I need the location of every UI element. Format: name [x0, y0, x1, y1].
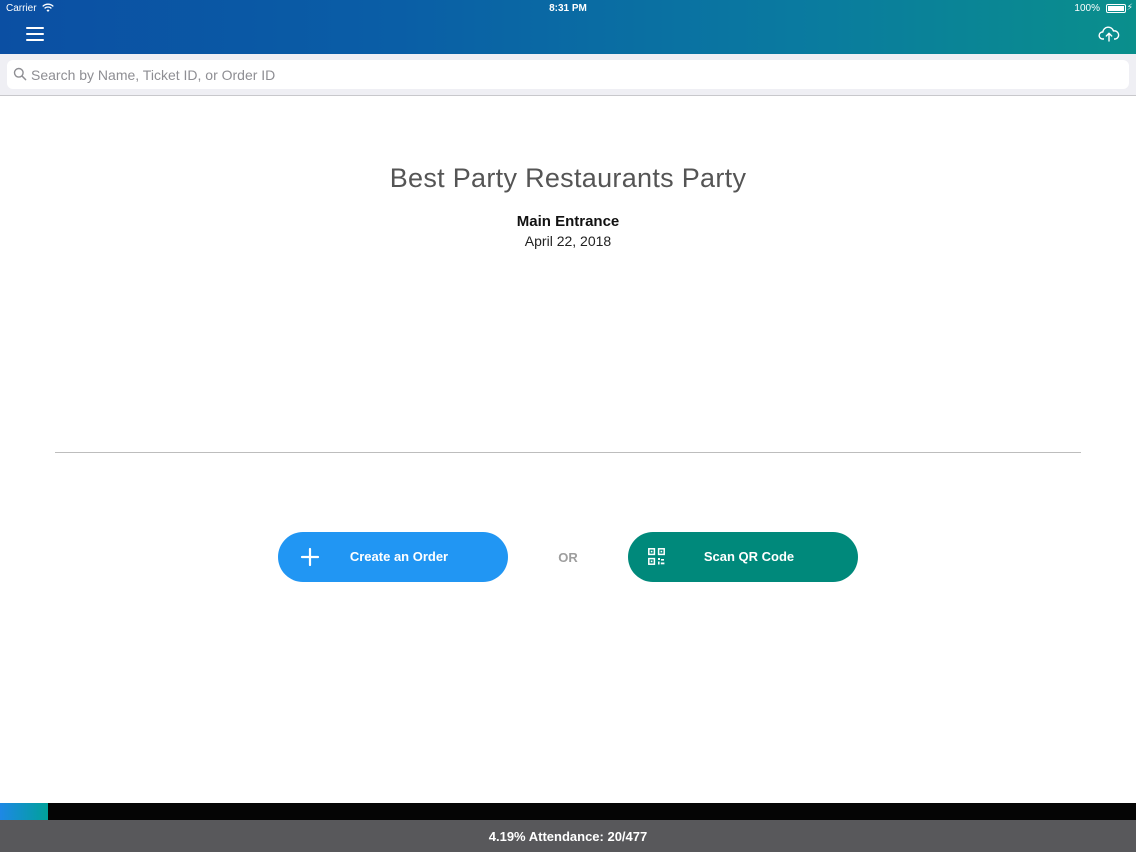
header: Carrier 8:31 PM 100% ⚡	[0, 0, 1136, 54]
event-location: Main Entrance	[516, 213, 620, 230]
create-order-label: Create an Order	[349, 549, 449, 564]
or-separator: OR	[558, 550, 578, 565]
hamburger-menu-icon[interactable]	[26, 27, 44, 41]
battery-percent: 100%	[1074, 3, 1100, 14]
attendance-footer: 4.19% Attendance: 20/477	[0, 820, 1136, 852]
clock: 8:31 PM	[549, 3, 587, 14]
scan-qr-label: Scan QR Code	[703, 549, 795, 564]
event-title: Best Party Restaurants Party	[389, 163, 747, 193]
attendance-progress-bar	[0, 803, 1136, 820]
attendance-text: 4.19% Attendance: 20/477	[488, 829, 648, 844]
event-date: April 22, 2018	[524, 233, 612, 249]
divider	[55, 452, 1081, 453]
charging-icon: ⚡	[1126, 2, 1133, 12]
cloud-upload-icon[interactable]	[1098, 26, 1120, 42]
search-field[interactable]	[7, 60, 1129, 89]
search-input[interactable]	[31, 60, 1121, 89]
battery-icon	[1106, 4, 1126, 13]
scan-qr-button[interactable]: Scan QR Code	[628, 532, 858, 582]
app-root: Carrier 8:31 PM 100% ⚡ B	[0, 0, 1136, 852]
search-bar	[0, 54, 1136, 96]
status-bar: Carrier 8:31 PM 100% ⚡	[0, 0, 1136, 17]
create-order-button[interactable]: Create an Order	[278, 532, 508, 582]
search-icon	[13, 67, 27, 81]
attendance-progress-fill	[0, 803, 48, 820]
